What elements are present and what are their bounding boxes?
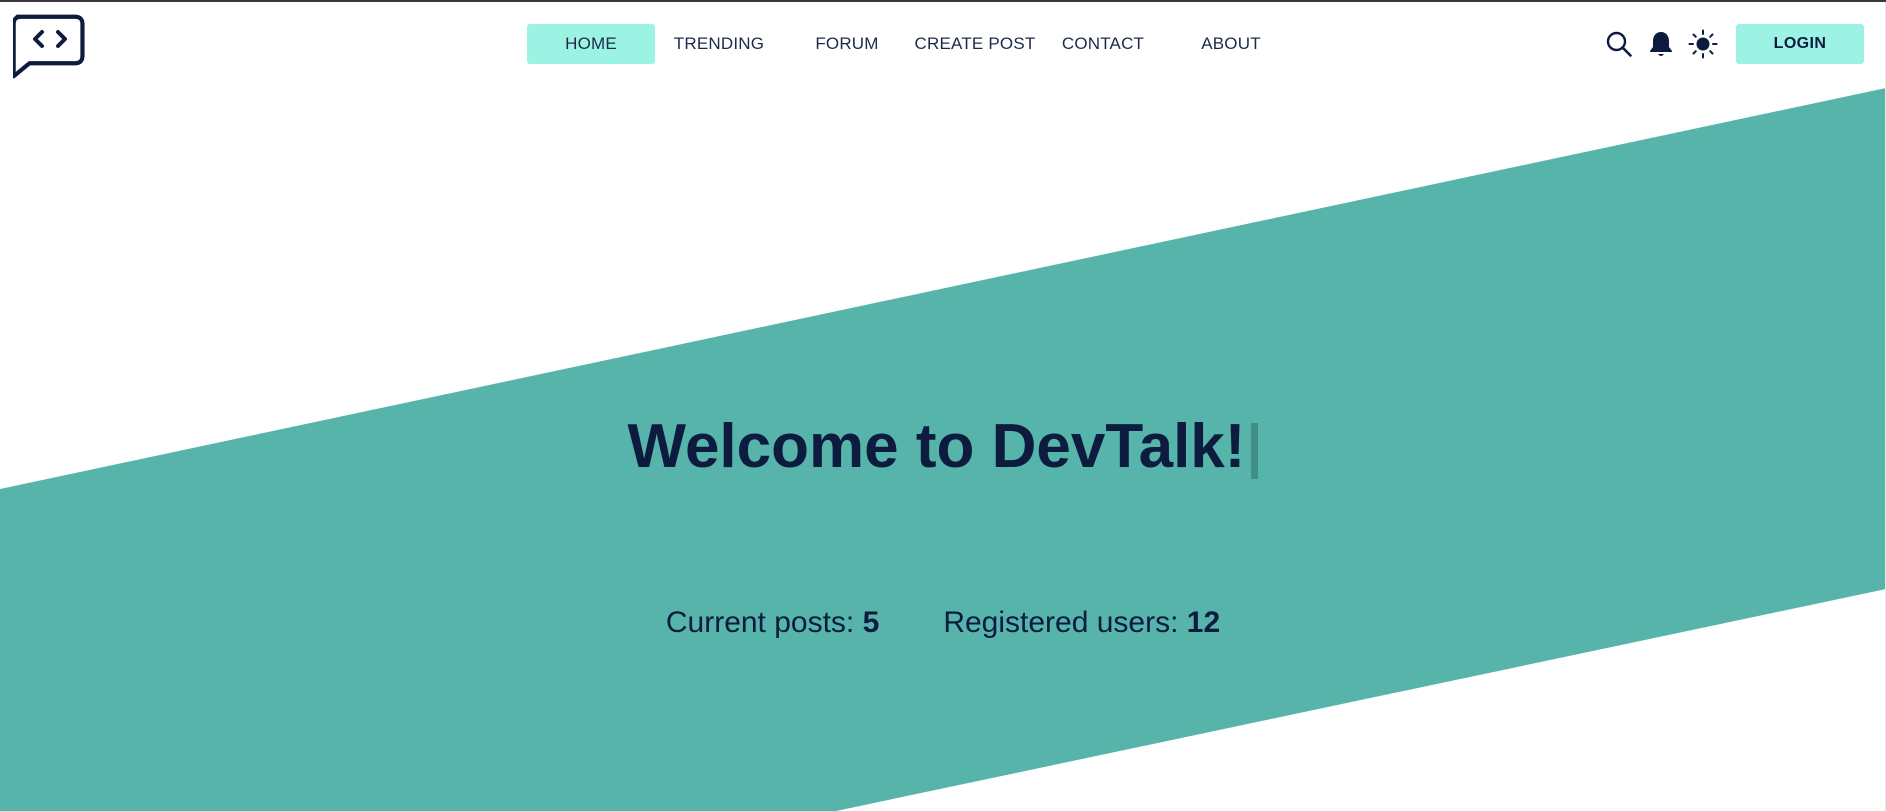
hero-title: Welcome to DevTalk! <box>0 407 1886 487</box>
posts-count: 5 <box>862 606 880 639</box>
site-logo[interactable] <box>11 13 85 81</box>
nav-forum[interactable]: FORUM <box>783 24 911 64</box>
nav-contact[interactable]: CONTACT <box>1039 24 1167 64</box>
bell-icon[interactable] <box>1646 29 1676 59</box>
typing-caret <box>1251 423 1259 479</box>
users-stat: Registered users: 12 <box>943 603 1220 643</box>
site-header: HOME TRENDING FORUM CREATE POST CONTACT … <box>0 2 1886 84</box>
users-count: 12 <box>1186 606 1221 639</box>
site-stats: Current posts: 5 Registered users: 12 <box>0 603 1886 643</box>
nav-create-post[interactable]: CREATE POST <box>911 24 1039 64</box>
nav-trending[interactable]: TRENDING <box>655 24 783 64</box>
users-label: Registered users: <box>943 606 1179 639</box>
header-tools: LOGIN <box>1604 24 1864 64</box>
posts-label: Current posts: <box>665 606 855 639</box>
main-nav: HOME TRENDING FORUM CREATE POST CONTACT … <box>527 24 1295 64</box>
search-icon[interactable] <box>1604 29 1634 59</box>
nav-home[interactable]: HOME <box>527 24 655 64</box>
hero-title-text: Welcome to DevTalk! <box>627 412 1246 481</box>
login-button[interactable]: LOGIN <box>1736 24 1864 64</box>
sun-icon[interactable] <box>1688 29 1718 59</box>
hero-background-band <box>0 88 1886 811</box>
nav-about[interactable]: ABOUT <box>1167 24 1295 64</box>
posts-stat: Current posts: 5 <box>666 603 879 643</box>
code-chat-bubble-icon <box>11 14 85 79</box>
